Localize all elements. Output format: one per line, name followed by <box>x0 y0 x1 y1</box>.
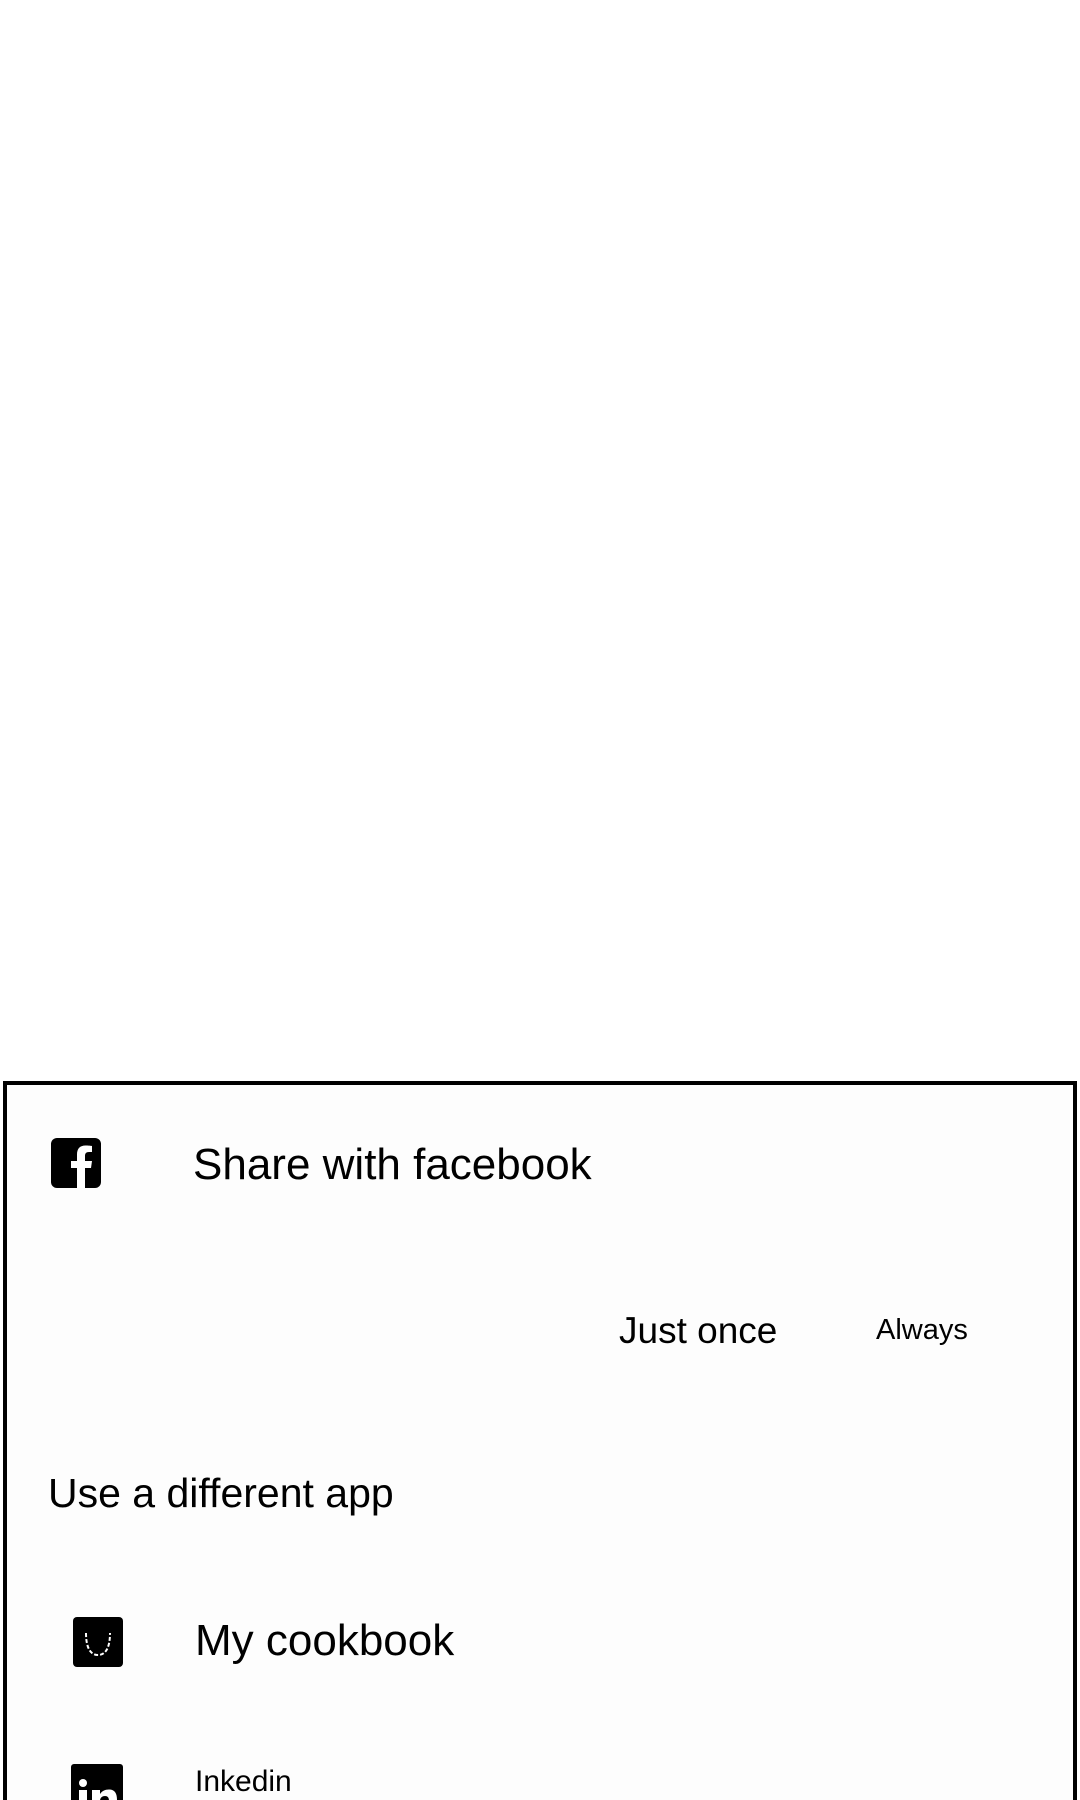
facebook-icon[interactable] <box>51 1138 101 1188</box>
my-cookbook-label[interactable]: My cookbook <box>195 1616 454 1666</box>
screen: Share with facebook Just once Always Use… <box>0 0 1080 1800</box>
always-button[interactable]: Always <box>876 1314 968 1346</box>
linkedin-label[interactable]: Inkedin <box>195 1765 292 1799</box>
share-with-facebook-label[interactable]: Share with facebook <box>193 1140 592 1190</box>
use-different-app-heading: Use a different app <box>48 1470 394 1516</box>
app-chooser-sheet: Share with facebook Just once Always Use… <box>3 1081 1077 1800</box>
empty-background-area[interactable] <box>0 0 1080 1081</box>
just-once-button[interactable]: Just once <box>619 1311 777 1351</box>
linkedin-icon[interactable] <box>71 1764 123 1800</box>
cookbook-icon[interactable] <box>73 1617 123 1667</box>
